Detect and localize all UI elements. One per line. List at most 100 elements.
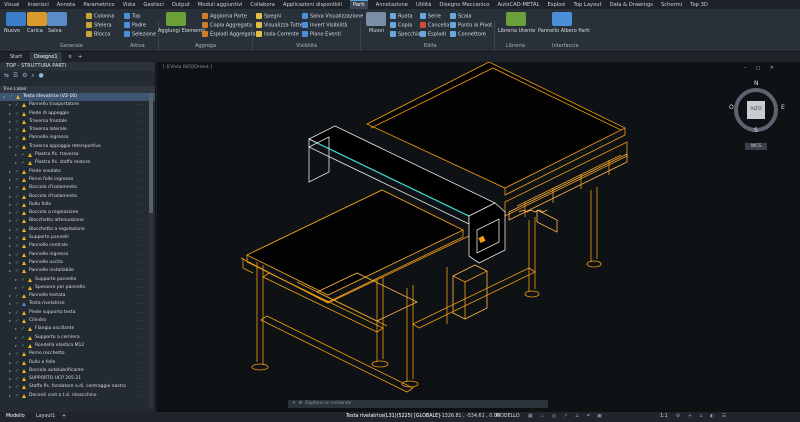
connector-button[interactable]: Connettore — [450, 31, 486, 38]
tree-row[interactable]: ▸ ✓ Piede di appoggio… — [0, 110, 155, 118]
expand-toggle-icon[interactable]: ▸ — [9, 110, 14, 118]
expand-toggle-icon[interactable]: ▸ — [9, 267, 14, 275]
copy-aggregate-button[interactable]: Copia Aggregata — [202, 22, 252, 29]
visible-check-icon[interactable]: ✓ — [21, 159, 25, 167]
tree-row[interactable]: ▸ ✓ Pannello ingresso… — [0, 251, 155, 259]
info-icon[interactable]: ● — [39, 72, 44, 79]
rotate-button[interactable]: Ruota — [390, 13, 413, 20]
tab-start[interactable]: Start — [6, 52, 26, 62]
menu-item[interactable]: Output — [172, 1, 190, 9]
save-button[interactable]: Salva — [48, 28, 62, 34]
turn-off-button[interactable]: Spegni — [256, 13, 281, 20]
expand-toggle-icon[interactable]: ▸ — [9, 176, 14, 184]
tree-row[interactable]: ▸ ✓ Cilindro… — [0, 317, 155, 325]
visible-check-icon[interactable]: ✓ — [15, 234, 19, 242]
tree-row[interactable]: ▸ ✓ Perno rocchetto… — [0, 350, 155, 358]
tree-row[interactable]: ▸ ✓ Piastra fis. staffa motore… — [0, 159, 155, 167]
row-more-icon[interactable]: … — [137, 217, 142, 225]
visible-check-icon[interactable]: ✓ — [15, 126, 19, 134]
menu-item[interactable]: Vista — [123, 1, 136, 9]
row-more-icon[interactable]: … — [137, 101, 142, 109]
expand-toggle-icon[interactable]: ▸ — [9, 251, 14, 259]
tree-row[interactable]: ▸ ✓ Blocchetto attenuazione… — [0, 217, 155, 225]
tree-row[interactable]: ▸ ✓ Perno folle ingresso… — [0, 176, 155, 184]
tab-layout1[interactable]: Layout1 — [36, 412, 55, 422]
row-more-icon[interactable]: … — [137, 176, 142, 184]
row-more-icon[interactable]: … — [137, 383, 142, 391]
menu-item[interactable]: Top 3D — [690, 1, 708, 9]
visible-check-icon[interactable]: ✓ — [21, 284, 25, 292]
update-part-button[interactable]: Aggiorna Parte — [202, 13, 247, 20]
row-more-icon[interactable]: … — [137, 126, 142, 134]
top-button[interactable]: Top — [124, 13, 140, 20]
menu-item[interactable]: Applicazioni disponibili — [283, 1, 342, 9]
visible-check-icon[interactable]: ✓ — [15, 101, 19, 109]
expand-toggle-icon[interactable]: ▸ — [9, 300, 14, 308]
row-more-icon[interactable]: … — [137, 300, 142, 308]
visible-check-icon[interactable]: ✓ — [15, 193, 19, 201]
tree-scrollbar[interactable] — [149, 93, 153, 407]
visible-check-icon[interactable]: ✓ — [15, 118, 19, 126]
menu-item[interactable]: Schermi — [661, 1, 682, 9]
add-element-button[interactable]: Aggiungi Elemento — [158, 28, 205, 34]
tree-row[interactable]: ▸ ✓ Pannello installabile… — [0, 267, 155, 275]
expand-toggle-icon[interactable]: ▸ — [15, 159, 20, 167]
visible-check-icon[interactable]: ✓ — [21, 276, 25, 284]
visible-check-icon[interactable]: ✓ — [15, 242, 19, 250]
visible-check-icon[interactable]: ✓ — [15, 383, 19, 391]
visible-check-icon[interactable]: ✓ — [15, 201, 19, 209]
visible-check-icon[interactable]: ✓ — [15, 392, 19, 400]
row-more-icon[interactable]: … — [137, 342, 142, 350]
tree-row[interactable]: ▸ ✓ Traversa laterale… — [0, 126, 155, 134]
row-more-icon[interactable]: … — [137, 350, 142, 358]
visible-check-icon[interactable]: ✓ — [21, 334, 25, 342]
isolate-current-button[interactable]: Isola Corrente — [256, 31, 299, 38]
row-more-icon[interactable]: … — [137, 201, 142, 209]
tree-row[interactable]: ▸ ✓ Rullo a folle… — [0, 359, 155, 367]
tree-row[interactable]: ▸ ✓ Supporto pannelli… — [0, 234, 155, 242]
close-icon[interactable]: ✕ — [292, 401, 296, 406]
mirror-button[interactable]: Specchia — [390, 31, 421, 38]
tree-row[interactable]: ▸ ✓ Testa rilevatrice (V2-16)… — [0, 93, 155, 102]
model-space-toggle[interactable]: MODELLO — [496, 412, 520, 422]
save-view-button[interactable]: Salva Visualizzazione — [302, 13, 363, 20]
row-more-icon[interactable]: … — [137, 284, 142, 292]
tree-row[interactable]: ▸ ✓ Deconti cost a t.d. rimacchino… — [0, 392, 155, 400]
tree-row[interactable]: ▸ ✓ Piede snodato… — [0, 168, 155, 176]
tree-row[interactable]: ▸ ✓ Boccola autolubrificante… — [0, 367, 155, 375]
settings-icon[interactable]: ⚙ — [22, 72, 27, 79]
tree-row[interactable]: ▸ ✓ Pannello ingresso… — [0, 134, 155, 142]
annotation-scale[interactable]: 1:1 — [660, 412, 668, 422]
expand-toggle-icon[interactable]: ▸ — [9, 126, 14, 134]
viewcube[interactable]: ALTO — [734, 88, 778, 132]
load-button[interactable]: Carica — [27, 28, 43, 34]
row-more-icon[interactable]: … — [137, 151, 142, 159]
row-more-icon[interactable]: … — [137, 276, 142, 284]
visible-check-icon[interactable]: ✓ — [9, 93, 13, 101]
visible-check-icon[interactable]: ✓ — [15, 184, 19, 192]
tree-row[interactable]: ▸ ✓ Rondella elastica M12… — [0, 342, 155, 350]
row-more-icon[interactable]: … — [137, 184, 142, 192]
tree-row[interactable]: ▸ ✓ Pannello trasportatore… — [0, 101, 155, 109]
expand-toggle-icon[interactable]: ▸ — [9, 118, 14, 126]
visible-check-icon[interactable]: ✓ — [21, 325, 25, 333]
tree-row[interactable]: ▸ ✓ Pannello testata… — [0, 292, 155, 300]
menu-item[interactable]: Esplosi — [547, 1, 565, 9]
visible-check-icon[interactable]: ✓ — [15, 217, 19, 225]
expand-toggle-icon[interactable]: ▸ — [9, 101, 14, 109]
visible-check-icon[interactable]: ✓ — [15, 300, 19, 308]
pivot-point-button[interactable]: Punto al Pivot — [450, 22, 492, 29]
expand-toggle-icon[interactable]: ▸ — [15, 276, 20, 284]
menu-item[interactable]: Inserisci — [28, 1, 49, 9]
row-more-icon[interactable]: … — [137, 118, 142, 126]
expand-icon[interactable]: ⇆ — [4, 72, 9, 79]
add-element-icon[interactable] — [166, 12, 186, 26]
parts-tree-icon[interactable] — [552, 12, 572, 26]
move-button[interactable]: Muovi — [369, 28, 384, 34]
user-library-icon[interactable] — [506, 12, 526, 26]
visible-check-icon[interactable]: ✓ — [15, 143, 19, 151]
expand-toggle-icon[interactable]: ▸ — [9, 292, 14, 300]
row-more-icon[interactable]: … — [137, 209, 142, 217]
row-more-icon[interactable]: … — [137, 168, 142, 176]
selection-button[interactable]: Selezione — [124, 31, 156, 38]
